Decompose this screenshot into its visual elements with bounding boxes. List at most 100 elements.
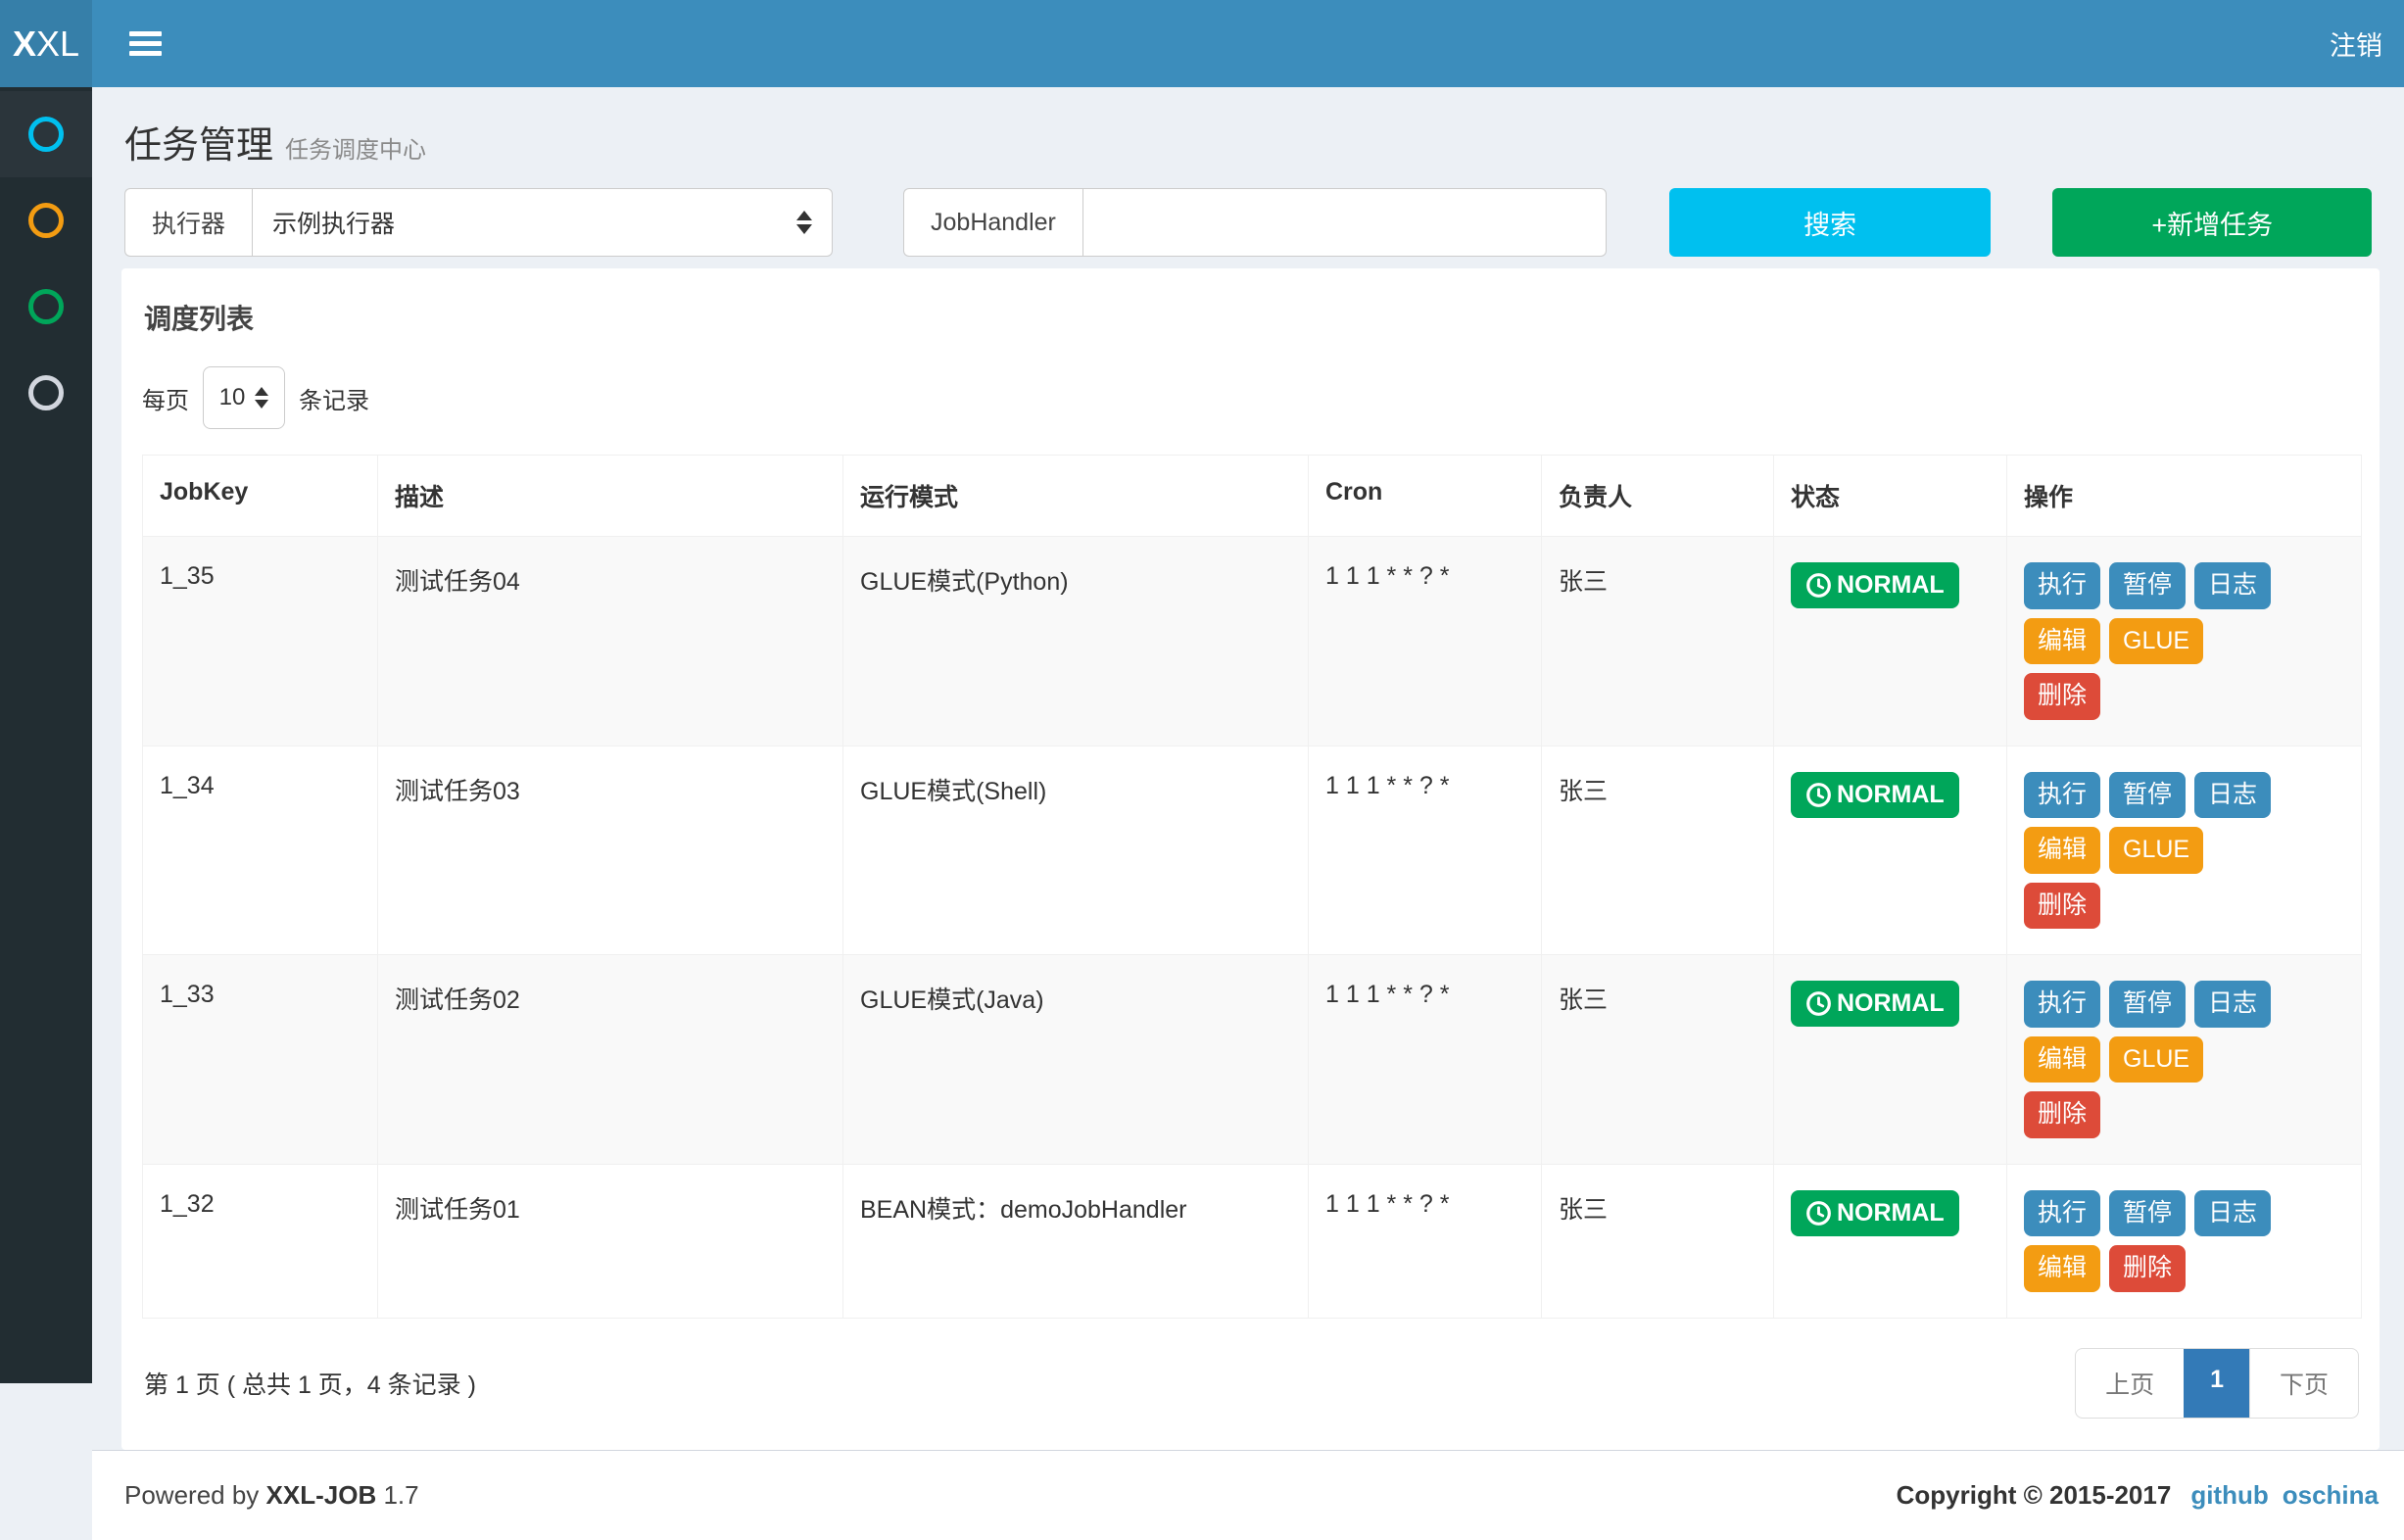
executor-select[interactable]: 示例执行器 xyxy=(252,188,833,257)
status-badge: NORMAL xyxy=(1791,1190,1959,1236)
action-glue-button[interactable]: GLUE xyxy=(2109,618,2203,665)
circle-icon xyxy=(28,203,64,238)
cell-owner: 张三 xyxy=(1542,746,1774,955)
action-pause-button[interactable]: 暂停 xyxy=(2109,772,2186,819)
cell-jobkey: 1_34 xyxy=(143,746,378,955)
footer-powered-by: Powered by XXL-JOB 1.7 xyxy=(124,1480,419,1511)
jobhandler-filter-group: JobHandler xyxy=(903,188,1607,257)
column-header: Cron xyxy=(1309,456,1542,537)
column-header: 描述 xyxy=(378,456,843,537)
action-glue-button[interactable]: GLUE xyxy=(2109,827,2203,874)
table-row: 1_35测试任务04GLUE模式(Python)1 1 1 * * ? *张三 N… xyxy=(143,537,2362,746)
action-run-button[interactable]: 执行 xyxy=(2024,1190,2100,1237)
filter-toolbar: 执行器 示例执行器 JobHandler 搜索 +新增任务 xyxy=(92,186,2404,259)
per-page-control: 每页 10 条记录 xyxy=(142,366,2359,429)
action-pause-button[interactable]: 暂停 xyxy=(2109,981,2186,1028)
cell-jobkey: 1_35 xyxy=(143,537,378,746)
column-header: 运行模式 xyxy=(843,456,1309,537)
clock-icon xyxy=(1805,990,1832,1017)
cell-desc: 测试任务03 xyxy=(378,746,843,955)
cell-status: NORMAL xyxy=(1774,537,2007,746)
action-edit-button[interactable]: 编辑 xyxy=(2024,1036,2100,1083)
cell-status: NORMAL xyxy=(1774,746,2007,955)
action-delete-button[interactable]: 删除 xyxy=(2109,1245,2186,1292)
cell-mode: GLUE模式(Shell) xyxy=(843,746,1309,955)
search-button[interactable]: 搜索 xyxy=(1669,188,1992,257)
sidebar-nav xyxy=(0,87,92,1383)
per-page-select[interactable]: 10 xyxy=(203,366,285,429)
sidebar-item-4[interactable] xyxy=(0,350,92,436)
cell-actions: 执行暂停日志编辑GLUE删除 xyxy=(2007,955,2362,1165)
status-badge: NORMAL xyxy=(1791,562,1959,608)
circle-icon xyxy=(28,375,64,410)
page-subtitle: 任务调度中心 xyxy=(285,130,426,165)
schedule-list-panel: 调度列表 每页 10 条记录 JobKey描述运行模式Cron负责人状态操作 1… xyxy=(121,268,2380,1450)
action-edit-button[interactable]: 编辑 xyxy=(2024,827,2100,874)
cell-cron: 1 1 1 * * ? * xyxy=(1309,955,1542,1165)
column-header: JobKey xyxy=(143,456,378,537)
action-delete-button[interactable]: 删除 xyxy=(2024,1091,2100,1138)
sidebar-item-3[interactable] xyxy=(0,264,92,350)
cell-jobkey: 1_32 xyxy=(143,1164,378,1318)
action-run-button[interactable]: 执行 xyxy=(2024,562,2100,609)
per-page-prefix: 每页 xyxy=(142,381,189,415)
action-pause-button[interactable]: 暂停 xyxy=(2109,1190,2186,1237)
action-pause-button[interactable]: 暂停 xyxy=(2109,562,2186,609)
action-log-button[interactable]: 日志 xyxy=(2194,772,2271,819)
table-row: 1_33测试任务02GLUE模式(Java)1 1 1 * * ? *张三NOR… xyxy=(143,955,2362,1165)
per-page-suffix: 条记录 xyxy=(299,381,369,415)
action-run-button[interactable]: 执行 xyxy=(2024,981,2100,1028)
action-run-button[interactable]: 执行 xyxy=(2024,772,2100,819)
sidebar-item-2[interactable] xyxy=(0,177,92,264)
cell-mode: GLUE模式(Java) xyxy=(843,955,1309,1165)
content-area: 任务管理 任务调度中心 执行器 示例执行器 JobHandler 搜索 +新增任… xyxy=(92,87,2404,1383)
action-delete-button[interactable]: 删除 xyxy=(2024,673,2100,720)
action-delete-button[interactable]: 删除 xyxy=(2024,883,2100,930)
select-caret-icon xyxy=(255,387,268,409)
app-logo[interactable]: XXL xyxy=(0,0,92,87)
action-log-button[interactable]: 日志 xyxy=(2194,1190,2271,1237)
cell-status: NORMAL xyxy=(1774,955,2007,1165)
column-header: 状态 xyxy=(1774,456,2007,537)
cell-jobkey: 1_33 xyxy=(143,955,378,1165)
footer-copyright: Copyright © 2015-2017 xyxy=(1897,1480,2172,1511)
cell-actions: 执行暂停日志编辑删除 xyxy=(2007,1164,2362,1318)
cell-desc: 测试任务02 xyxy=(378,955,843,1165)
cell-cron: 1 1 1 * * ? * xyxy=(1309,537,1542,746)
sidebar-item-1[interactable] xyxy=(0,91,92,177)
select-caret-icon xyxy=(796,211,812,234)
page-footer: Powered by XXL-JOB 1.7 Copyright © 2015-… xyxy=(92,1450,2404,1540)
main-layout: 任务管理 任务调度中心 执行器 示例执行器 JobHandler 搜索 +新增任… xyxy=(0,87,2404,1383)
executor-label: 执行器 xyxy=(124,188,252,257)
action-log-button[interactable]: 日志 xyxy=(2194,562,2271,609)
footer-product: XXL-JOB xyxy=(266,1480,377,1510)
app-logo-bold: X xyxy=(13,24,36,65)
footer-right: Copyright © 2015-2017 github oschina xyxy=(1897,1480,2379,1511)
action-glue-button[interactable]: GLUE xyxy=(2109,1036,2203,1083)
cell-owner: 张三 xyxy=(1542,537,1774,746)
column-header: 负责人 xyxy=(1542,456,1774,537)
action-log-button[interactable]: 日志 xyxy=(2194,981,2271,1028)
status-badge: NORMAL xyxy=(1791,981,1959,1027)
cell-mode: BEAN模式：demoJobHandler xyxy=(843,1164,1309,1318)
oschina-link[interactable]: oschina xyxy=(2283,1480,2379,1511)
action-edit-button[interactable]: 编辑 xyxy=(2024,618,2100,665)
logout-link[interactable]: 注销 xyxy=(2330,24,2382,63)
footer-version: 1.7 xyxy=(383,1480,418,1510)
sidebar-toggle-icon[interactable] xyxy=(121,24,169,64)
action-edit-button[interactable]: 编辑 xyxy=(2024,1245,2100,1292)
cell-desc: 测试任务01 xyxy=(378,1164,843,1318)
cell-actions: 执行暂停日志编辑GLUE删除 xyxy=(2007,537,2362,746)
job-table: JobKey描述运行模式Cron负责人状态操作 1_35测试任务04GLUE模式… xyxy=(142,455,2362,1319)
executor-select-value: 示例执行器 xyxy=(272,205,395,240)
clock-icon xyxy=(1805,782,1832,808)
add-job-button[interactable]: +新增任务 xyxy=(2052,188,2372,257)
jobhandler-input[interactable] xyxy=(1103,208,1586,238)
github-link[interactable]: github xyxy=(2190,1480,2268,1511)
cell-mode: GLUE模式(Python) xyxy=(843,537,1309,746)
cell-desc: 测试任务04 xyxy=(378,537,843,746)
circle-icon xyxy=(28,117,64,152)
table-row: 1_32测试任务01BEAN模式：demoJobHandler1 1 1 * *… xyxy=(143,1164,2362,1318)
per-page-value: 10 xyxy=(219,384,246,411)
column-header: 操作 xyxy=(2007,456,2362,537)
